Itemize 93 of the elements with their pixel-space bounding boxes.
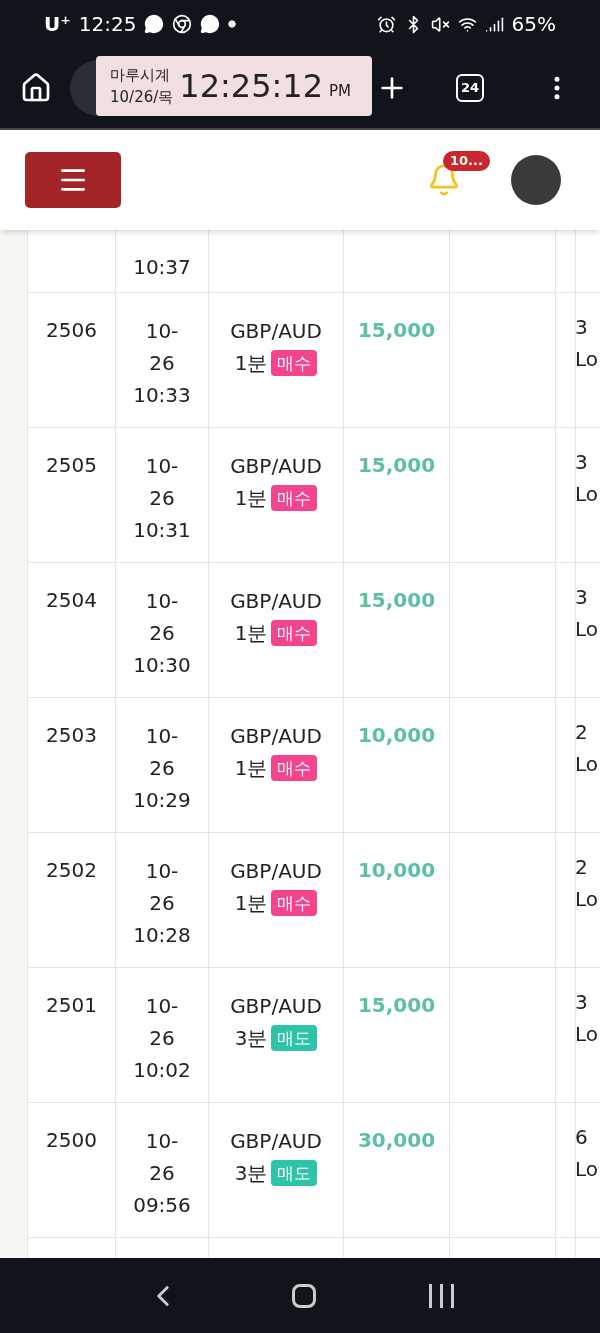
- table-cell-text: 26: [149, 620, 175, 647]
- table-cell-text: 6: [576, 1124, 589, 1151]
- table-cell-text: GBP/AUD: [230, 723, 322, 750]
- amount-text: 10,000: [357, 858, 436, 882]
- table-cell-text: 1분: [234, 485, 268, 512]
- table-cell-text: GBP/AUD: [230, 588, 322, 615]
- table-cell: 2502: [28, 833, 116, 967]
- table-cell-text: Lo: [576, 1021, 600, 1048]
- table-cell-text: 10:31: [133, 517, 191, 544]
- mute-icon: [430, 14, 450, 34]
- table-cell-text: 2: [576, 719, 589, 746]
- side-badge: 매도: [271, 1025, 318, 1051]
- amount-text: 15,000: [357, 993, 436, 1017]
- table-cell-text: Lo: [576, 1156, 600, 1183]
- notification-badge: 10...: [443, 151, 490, 171]
- avatar[interactable]: [511, 155, 561, 205]
- table-cell-text: 26: [149, 1025, 175, 1052]
- table-cell-text: 3: [576, 989, 589, 1016]
- menu-button[interactable]: [25, 152, 121, 208]
- table-cell-text: 1분: [234, 350, 268, 377]
- clock-date: 10/26/목: [110, 87, 174, 108]
- recent-apps-icon[interactable]: [428, 1283, 454, 1308]
- table-cell-text: Lo: [576, 481, 600, 508]
- table-cell: 2506: [28, 293, 116, 427]
- side-badge: 매도: [271, 1160, 318, 1186]
- side-badge: 매수: [271, 620, 318, 646]
- carrier-text: U⁺: [44, 11, 71, 38]
- table-cell-text: 10-: [145, 858, 179, 885]
- table-cell-text: 1분: [234, 890, 268, 917]
- table-cell-text: Lo: [576, 751, 600, 778]
- table-cell-text: 10-: [145, 723, 179, 750]
- table-cell: 2504: [28, 563, 116, 697]
- table-cell-text: 10:29: [133, 787, 191, 814]
- tab-count-button[interactable]: 24: [456, 74, 484, 102]
- table-cell-text: GBP/AUD: [230, 858, 322, 885]
- table-cell-text: 1분: [234, 755, 268, 782]
- table-cell: 2503: [28, 698, 116, 832]
- table-cell-text: 10:28: [133, 922, 191, 949]
- table-cell-text: 10-: [145, 588, 179, 615]
- table-cell-text: 26: [149, 755, 175, 782]
- table-cell-text: Lo: [576, 616, 600, 643]
- table-cell-text: 26: [149, 890, 175, 917]
- clock-text: 12:25: [78, 11, 137, 38]
- clock-title: 마루시계: [110, 65, 171, 86]
- table-cell: 2500: [28, 1103, 116, 1237]
- table-cell-text: 10:30: [133, 652, 191, 679]
- side-badge: 매수: [271, 890, 318, 916]
- message-icon: [200, 14, 221, 34]
- table-cell-text: GBP/AUD: [230, 993, 322, 1020]
- clock-period: PM: [329, 80, 351, 102]
- table-cell: 2505: [28, 428, 116, 562]
- amount-text: 15,000: [357, 318, 436, 342]
- amount-text: 10,000: [357, 723, 436, 747]
- table-cell-text: 10-: [145, 993, 179, 1020]
- bell-icon[interactable]: [427, 163, 461, 197]
- battery-text: 65%: [511, 11, 556, 38]
- amount-text: 15,000: [357, 588, 436, 612]
- table-cell-text: 3: [576, 449, 589, 476]
- table-cell-text: 1분: [234, 620, 268, 647]
- alarm-icon: [376, 14, 396, 34]
- table-cell-text: 26: [149, 350, 175, 377]
- table-cell-text: 10:37: [133, 254, 191, 281]
- chat-icon: [144, 14, 165, 34]
- table-cell-text: GBP/AUD: [230, 1128, 322, 1155]
- table-cell-text: 3분: [234, 1025, 268, 1052]
- table-cell-text: GBP/AUD: [230, 318, 322, 345]
- table-cell-text: 3분: [234, 1160, 268, 1187]
- table-cell-text: 10-: [145, 318, 179, 345]
- table-cell-text: GBP/AUD: [230, 453, 322, 480]
- table-cell-text: Lo: [576, 886, 600, 913]
- clock-time: 12:25:12: [179, 66, 323, 107]
- side-badge: 매수: [271, 350, 318, 376]
- table-cell: 2501: [28, 968, 116, 1102]
- home-button[interactable]: [292, 1283, 317, 1308]
- table-cell-text: 10-: [145, 453, 179, 480]
- dot-icon: [228, 20, 237, 28]
- home-icon[interactable]: [20, 72, 52, 104]
- side-badge: 매수: [271, 755, 318, 781]
- table-cell-text: 3: [576, 584, 589, 611]
- table-cell-text: 26: [149, 485, 175, 512]
- table-cell-text: 10:02: [133, 1057, 191, 1084]
- signal-icon: [484, 14, 504, 34]
- amount-text: 15,000: [357, 453, 436, 477]
- table-cell-text: 10:33: [133, 382, 191, 409]
- side-badge: 매수: [271, 485, 318, 511]
- table-cell-text: 09:56: [133, 1192, 191, 1219]
- amount-text: 30,000: [357, 1128, 436, 1152]
- table-cell-text: 26: [149, 1160, 175, 1187]
- table-cell-text: 3: [576, 314, 589, 341]
- table-cell-text: 10-: [145, 1128, 179, 1155]
- browser-icon: [172, 14, 193, 34]
- table-cell-text: Lo: [576, 346, 600, 373]
- table-cell-text: 2: [576, 854, 589, 881]
